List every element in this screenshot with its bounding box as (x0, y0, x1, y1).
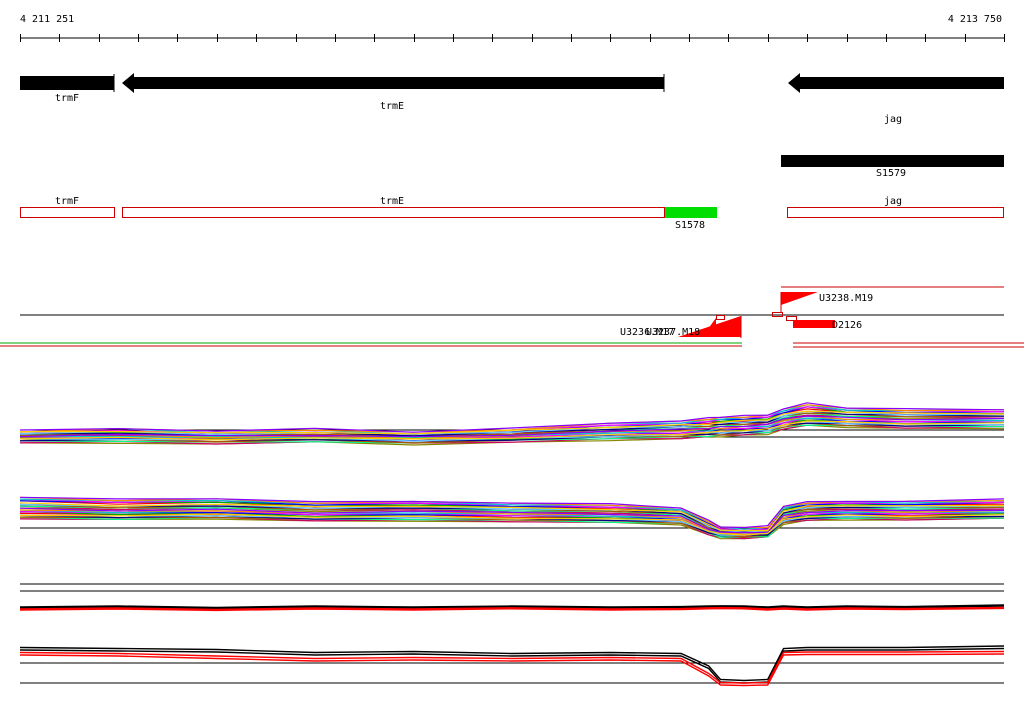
gene-label-jag: jag (884, 114, 902, 125)
annotation-label-S1578: S1578 (675, 220, 705, 231)
segment-label-S1579: S1579 (876, 168, 906, 179)
feature-label-U3237: U3237.M18 (646, 327, 700, 338)
gene-label-trmF: trmF (55, 93, 79, 104)
gene-arrow-trmE[interactable] (122, 73, 664, 93)
coordinate-ruler: 4 211 251 4 213 750 (20, 14, 1005, 42)
annotation-label-trmF: trmF (55, 196, 79, 207)
annotation-box-jag[interactable] (787, 207, 1004, 218)
expression-plot-frames (20, 429, 1004, 684)
feature-small-box-3 (716, 315, 725, 320)
annotation-track: trmF trmE S1578 jag (20, 196, 1004, 231)
annotation-label-jag: jag (884, 196, 902, 207)
range-end-label: 4 213 750 (948, 14, 1002, 25)
segment-track: S1579 (781, 155, 1004, 179)
feature-label-U3238: U3238.M19 (819, 293, 873, 304)
segment-S1579[interactable] (781, 155, 1004, 167)
annotation-box-trmE[interactable] (122, 207, 665, 218)
annotation-box-trmF[interactable] (20, 207, 115, 218)
feature-label-D2126: D2126 (832, 320, 862, 331)
annotation-label-trmE: trmE (380, 196, 404, 207)
gene-label-trmE: trmE (380, 101, 404, 112)
feature-small-box-2 (786, 316, 797, 321)
feature-track: U3238.M19 D2126 U3236.M17 U3237.M18 (0, 286, 1024, 348)
range-start-label: 4 211 251 (20, 14, 74, 25)
annotation-box-S1578[interactable] (665, 207, 717, 218)
gene-track: trmF trmE jag (20, 73, 1004, 125)
gene-arrow-trmF[interactable] (20, 76, 114, 90)
summary-expression-plot (19, 604, 1005, 687)
gene-arrow-jag[interactable] (788, 73, 1004, 93)
feature-U3238-marker[interactable] (781, 292, 818, 305)
multi-sample-expression-plot (19, 402, 1005, 540)
genome-browser-view: 4 211 251 4 213 750 trmF trmE jag S1579 … (0, 14, 1024, 687)
feature-D2126-marker[interactable] (793, 320, 835, 328)
